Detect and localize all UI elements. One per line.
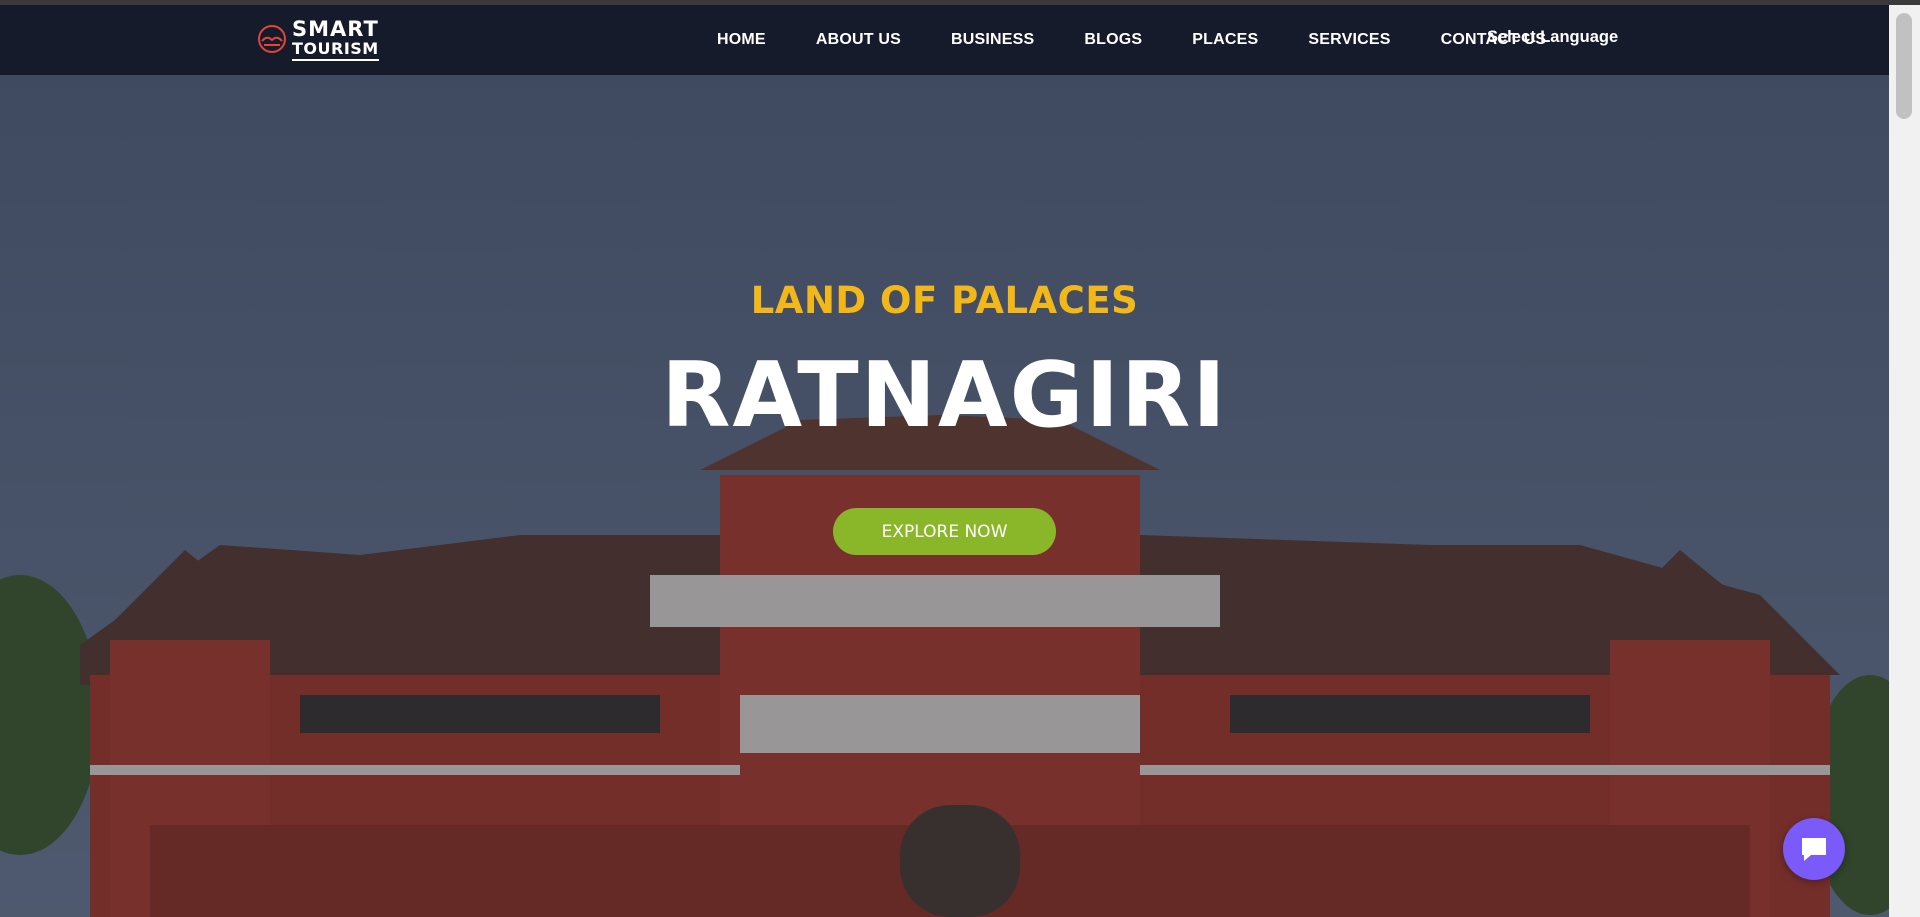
logo[interactable]: SMART TOURISM: [256, 19, 379, 67]
nav-home[interactable]: HOME: [717, 31, 766, 49]
nav-about-us[interactable]: ABOUT US: [816, 31, 901, 49]
vertical-scrollbar[interactable]: [1889, 5, 1920, 917]
hero-section: LAND OF PALACES RATNAGIRI EXPLORE NOW: [0, 75, 1889, 917]
logo-line-1: SMART: [292, 17, 379, 41]
chat-button[interactable]: [1783, 818, 1845, 880]
main-nav: HOME ABOUT US BUSINESS BLOGS PLACES SERV…: [700, 5, 1559, 75]
language-selector[interactable]: Select Language: [1487, 28, 1618, 47]
nav-places[interactable]: PLACES: [1192, 31, 1258, 49]
nav-business[interactable]: BUSINESS: [951, 31, 1034, 49]
logo-text: SMART TOURISM: [292, 19, 379, 61]
smart-tourism-logo-icon: [258, 25, 286, 53]
logo-line-2: TOURISM: [292, 41, 379, 61]
nav-services[interactable]: SERVICES: [1308, 31, 1390, 49]
navbar: SMART TOURISM HOME ABOUT US BUSINESS BLO…: [0, 5, 1889, 75]
hero-subtitle: LAND OF PALACES: [750, 279, 1139, 322]
hero-dark-overlay: [0, 75, 1889, 917]
chat-bubble-icon: [1802, 838, 1826, 861]
nav-blogs[interactable]: BLOGS: [1084, 31, 1142, 49]
scrollbar-thumb[interactable]: [1896, 13, 1912, 119]
hero-title: RATNAGIRI: [661, 343, 1228, 448]
explore-now-button[interactable]: EXPLORE NOW: [833, 508, 1056, 555]
